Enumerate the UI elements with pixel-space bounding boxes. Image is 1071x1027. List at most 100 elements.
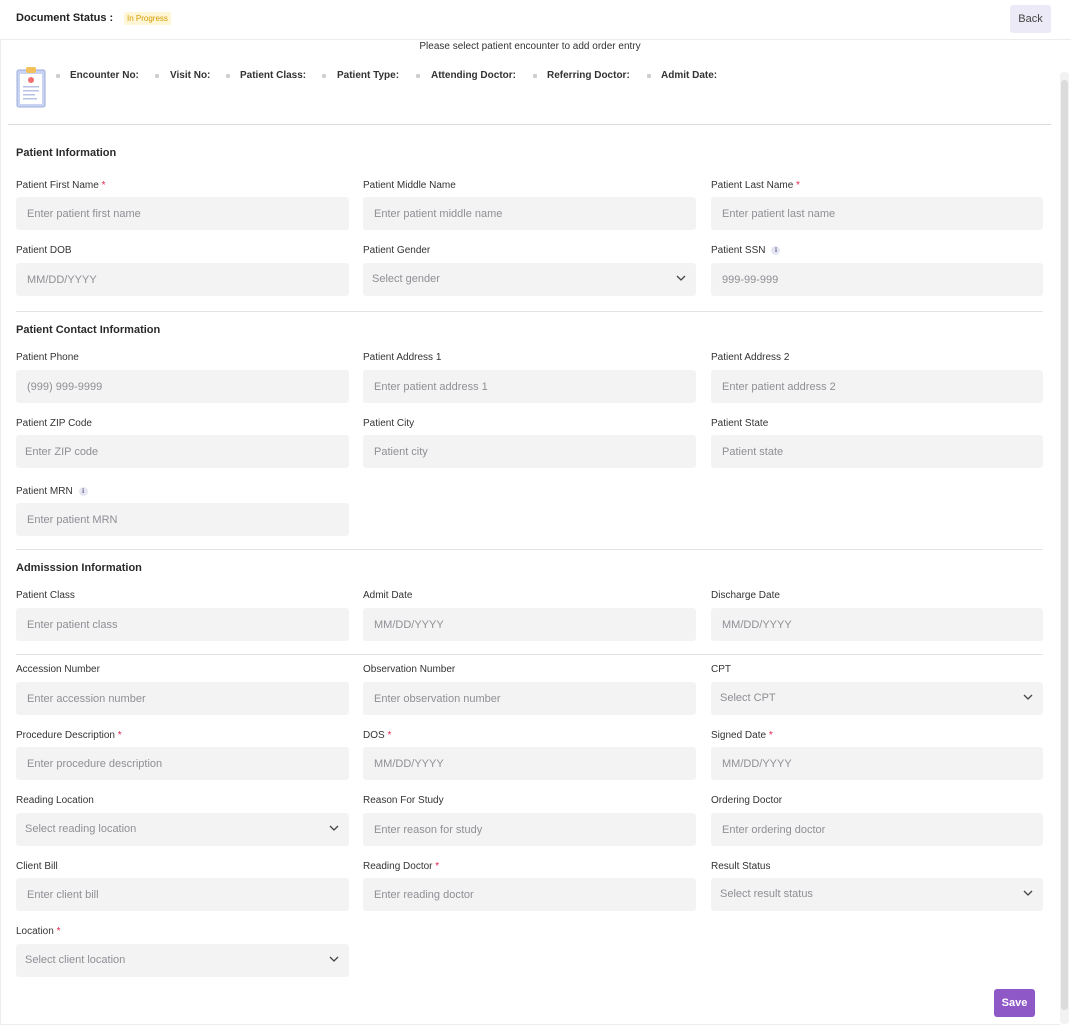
gender-select[interactable]: Select gender (363, 263, 696, 296)
section-divider (16, 549, 1043, 550)
cpt-select-value: Select CPT (720, 692, 776, 704)
section-title-contact-information: Patient Contact Information (16, 324, 161, 336)
encounter-message: Please select patient encounter to add o… (419, 41, 641, 52)
reason-input[interactable] (363, 813, 696, 846)
observation-label: Observation Number (363, 664, 456, 675)
ordering-doctor-input[interactable] (711, 813, 1043, 846)
referring-doctor-label: Referring Doctor: (547, 70, 630, 81)
encounter-divider (8, 124, 1051, 125)
back-button[interactable]: Back (1010, 5, 1051, 33)
first-name-input[interactable] (16, 197, 349, 230)
encounter-dot (56, 74, 60, 78)
encounter-no-label: Encounter No: (70, 70, 139, 81)
gender-label: Patient Gender (363, 245, 431, 256)
cpt-label: CPT (711, 664, 731, 675)
zip-input[interactable] (16, 435, 349, 468)
phone-input[interactable] (16, 370, 349, 403)
location-select-value: Select client location (25, 954, 126, 966)
chevron-down-icon (1023, 694, 1033, 700)
section-title-patient-information: Patient Information (16, 147, 117, 159)
reading-location-select-value: Select reading location (25, 823, 137, 835)
info-icon[interactable]: i (771, 246, 781, 255)
encounter-dot (416, 74, 420, 78)
reading-doctor-input[interactable] (363, 878, 696, 911)
result-status-select[interactable]: Select result status (711, 878, 1043, 911)
discharge-date-input[interactable] (711, 608, 1043, 641)
result-status-label: Result Status (711, 861, 771, 872)
encounter-dot (226, 74, 230, 78)
client-bill-label: Client Bill (16, 861, 58, 872)
visit-no-label: Visit No: (170, 70, 211, 81)
city-input[interactable] (363, 435, 696, 468)
ssn-input[interactable] (711, 263, 1043, 296)
mrn-input[interactable] (16, 503, 349, 536)
encounter-dot (322, 74, 326, 78)
scrollbar-thumb[interactable] (1061, 80, 1068, 1010)
attending-doctor-label: Attending Doctor: (431, 70, 516, 81)
section-divider (16, 654, 1043, 655)
ssn-label: Patient SSN i (711, 245, 781, 256)
info-icon[interactable]: i (78, 487, 88, 496)
mrn-label: Patient MRN i (16, 486, 88, 497)
dos-input[interactable] (363, 747, 696, 780)
address1-label: Patient Address 1 (363, 352, 442, 363)
patient-class-info-label: Patient Class: (240, 70, 307, 81)
patient-class-label: Patient Class (16, 590, 75, 601)
first-name-label: Patient First Name * (16, 180, 106, 191)
status-badge: In Progress (124, 12, 171, 25)
admit-date-label: Admit Date (363, 590, 413, 601)
signed-date-label: Signed Date * (711, 730, 773, 741)
gender-select-value: Select gender (372, 273, 440, 285)
reason-label: Reason For Study (363, 795, 444, 806)
dob-input[interactable] (16, 263, 349, 296)
chevron-down-icon (329, 956, 339, 962)
zip-label: Patient ZIP Code (16, 418, 92, 429)
city-label: Patient City (363, 418, 415, 429)
accession-input[interactable] (16, 682, 349, 715)
chevron-down-icon (676, 275, 686, 281)
phone-label: Patient Phone (16, 352, 79, 363)
last-name-input[interactable] (711, 197, 1043, 230)
chevron-down-icon (329, 825, 339, 831)
state-label: Patient State (711, 418, 769, 429)
client-bill-input[interactable] (16, 878, 349, 911)
accession-label: Accession Number (16, 664, 100, 675)
section-divider (16, 311, 1043, 312)
reading-location-label: Reading Location (16, 795, 94, 806)
content-border-bottom (0, 1024, 1060, 1025)
procedure-input[interactable] (16, 747, 349, 780)
address2-input[interactable] (711, 370, 1043, 403)
ordering-doctor-label: Ordering Doctor (711, 795, 783, 806)
middle-name-input[interactable] (363, 197, 696, 230)
cpt-select[interactable]: Select CPT (711, 682, 1043, 715)
state-input[interactable] (711, 435, 1043, 468)
dos-label: DOS * (363, 730, 392, 741)
middle-name-label: Patient Middle Name (363, 180, 456, 191)
reading-location-select[interactable]: Select reading location (16, 813, 349, 846)
last-name-label: Patient Last Name * (711, 180, 800, 191)
observation-input[interactable] (363, 682, 696, 715)
patient-class-input[interactable] (16, 608, 349, 641)
chevron-down-icon (1023, 890, 1033, 896)
admit-date-info-label: Admit Date: (661, 70, 718, 81)
location-select[interactable]: Select client location (16, 944, 349, 977)
address1-input[interactable] (363, 370, 696, 403)
signed-date-input[interactable] (711, 747, 1043, 780)
encounter-dot (155, 74, 159, 78)
discharge-date-label: Discharge Date (711, 590, 780, 601)
content-border-left (0, 40, 1, 1024)
address2-label: Patient Address 2 (711, 352, 790, 363)
result-status-select-value: Select result status (720, 888, 813, 900)
encounter-dot (533, 74, 537, 78)
patient-type-label: Patient Type: (337, 70, 400, 81)
clipboard-icon (16, 67, 46, 108)
admit-date-input[interactable] (363, 608, 696, 641)
reading-doctor-label: Reading Doctor * (363, 861, 440, 872)
location-label: Location * (16, 926, 61, 937)
save-button[interactable]: Save (994, 989, 1035, 1017)
top-bar: Document Status : In Progress Back (0, 0, 1071, 40)
document-status-label: Document Status : (16, 12, 114, 24)
section-title-admission-information: Admisssion Information (16, 562, 142, 574)
encounter-dot (647, 74, 651, 78)
dob-label: Patient DOB (16, 245, 72, 256)
